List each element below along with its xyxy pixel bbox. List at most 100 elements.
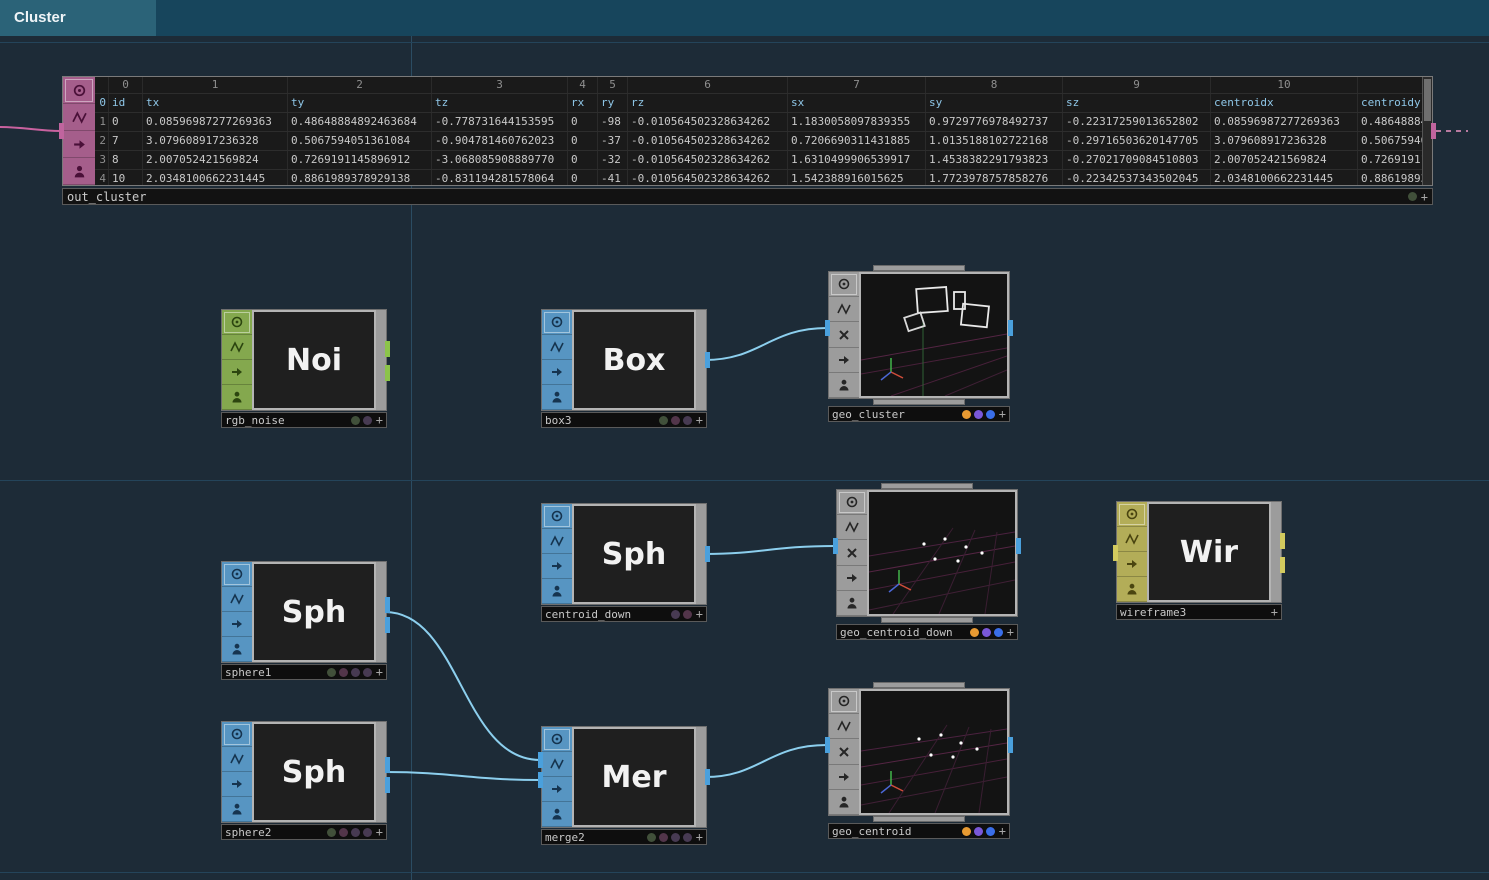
- table-cell[interactable]: 0.7206690311431885: [788, 132, 926, 150]
- viewer-flag-icon[interactable]: [222, 562, 252, 587]
- output-connector[interactable]: [1008, 320, 1013, 336]
- flag-dot[interactable]: [683, 610, 692, 619]
- table-cell[interactable]: -0.22317259013652802: [1063, 113, 1211, 131]
- output-connector[interactable]: [385, 617, 390, 633]
- add-flag-button[interactable]: +: [999, 824, 1006, 838]
- cook-flag-icon[interactable]: [829, 714, 859, 739]
- flag-dot[interactable]: [363, 416, 372, 425]
- table-cell[interactable]: 10: [1211, 77, 1358, 93]
- flag-dot[interactable]: [671, 833, 680, 842]
- table-cell[interactable]: ry: [598, 94, 628, 112]
- cook-flag-icon[interactable]: [63, 104, 95, 131]
- flag-dot[interactable]: [351, 416, 360, 425]
- pickable-flag-dot[interactable]: [994, 628, 1003, 637]
- table-cell[interactable]: -0.831194281578064: [432, 170, 568, 185]
- input-connector[interactable]: [825, 320, 830, 336]
- table-cell[interactable]: tx: [143, 94, 288, 112]
- table-cell[interactable]: 0: [568, 132, 598, 150]
- table-cell[interactable]: 3: [432, 77, 568, 93]
- node-rgb-noise[interactable]: Noi rgb_noise +: [221, 309, 387, 428]
- comment-flag-icon[interactable]: [829, 790, 859, 815]
- table-cell[interactable]: 5: [598, 77, 628, 93]
- table-cell[interactable]: 1.7723978757858276: [926, 170, 1063, 185]
- table-cell[interactable]: 0.5067594051361084: [1358, 132, 1422, 150]
- viewer-flag-icon[interactable]: [837, 490, 867, 515]
- table-cell[interactable]: rz: [628, 94, 788, 112]
- output-connector[interactable]: [705, 769, 710, 785]
- table-cell[interactable]: sx: [788, 94, 926, 112]
- viewport-preview[interactable]: [867, 490, 1017, 616]
- table-cell[interactable]: 0: [568, 113, 598, 131]
- table-cell[interactable]: 10: [109, 170, 143, 185]
- table-cell[interactable]: -0.010564502328634262: [628, 151, 788, 169]
- flag-dot[interactable]: [351, 828, 360, 837]
- table-cell[interactable]: 1.0135188102722168: [926, 132, 1063, 150]
- table-cell[interactable]: 0.7269191145896912: [1358, 151, 1422, 169]
- table-cell[interactable]: tz: [432, 94, 568, 112]
- table-cell[interactable]: 0.7269191145896912: [288, 151, 432, 169]
- flag-dot[interactable]: [327, 828, 336, 837]
- flag-dot[interactable]: [683, 416, 692, 425]
- node-geo-centroid-down[interactable]: geo_centroid_down +: [836, 483, 1018, 640]
- table-cell[interactable]: 1.542388916015625: [788, 170, 926, 185]
- table-cell[interactable]: centroidy: [1358, 94, 1422, 112]
- table-cell[interactable]: 9: [1063, 77, 1211, 93]
- add-flag-button[interactable]: +: [1421, 190, 1428, 204]
- node-name-bar[interactable]: sphere1 +: [221, 664, 387, 680]
- display-flag-dot[interactable]: [974, 410, 983, 419]
- input-connector[interactable]: [833, 538, 838, 554]
- node-name-bar[interactable]: rgb_noise +: [221, 412, 387, 428]
- viewer-flag-icon[interactable]: [542, 504, 572, 529]
- add-flag-button[interactable]: +: [1271, 605, 1278, 619]
- table-cell[interactable]: sz: [1063, 94, 1211, 112]
- node-type-label[interactable]: Sph: [252, 722, 376, 822]
- cook-flag-icon[interactable]: [829, 297, 859, 322]
- input-connector[interactable]: [825, 737, 830, 753]
- display-flag-dot[interactable]: [982, 628, 991, 637]
- flag-dot[interactable]: [659, 416, 668, 425]
- export-flag-icon[interactable]: [829, 348, 859, 373]
- table-cell[interactable]: 0.48648884892463684: [288, 113, 432, 131]
- viewer-flag-icon[interactable]: [829, 689, 859, 714]
- table-cell[interactable]: 0.9729776978492737: [926, 113, 1063, 131]
- add-flag-button[interactable]: +: [696, 607, 703, 621]
- table-cell[interactable]: sy: [926, 94, 1063, 112]
- comment-flag-icon[interactable]: [542, 802, 572, 827]
- add-flag-button[interactable]: +: [376, 825, 383, 839]
- output-connector[interactable]: [1008, 737, 1013, 753]
- node-merge2[interactable]: Mer merge2 +: [541, 726, 707, 845]
- node-name-bar[interactable]: box3 +: [541, 412, 707, 428]
- node-sphere1[interactable]: Sph sphere1 +: [221, 561, 387, 680]
- table-cell[interactable]: 2: [288, 77, 432, 93]
- comment-flag-icon[interactable]: [222, 385, 252, 410]
- table-cell[interactable]: id: [109, 94, 143, 112]
- flag-dot[interactable]: [659, 833, 668, 842]
- table-cell[interactable]: 1.6310499906539917: [788, 151, 926, 169]
- node-type-label[interactable]: Noi: [252, 310, 376, 410]
- table-cell[interactable]: -0.22342537343502045: [1063, 170, 1211, 185]
- node-type-label[interactable]: Sph: [252, 562, 376, 662]
- table-cell[interactable]: -98: [598, 113, 628, 131]
- output-connector[interactable]: [385, 777, 390, 793]
- node-centroid-down[interactable]: Sph centroid_down +: [541, 503, 707, 622]
- flag-dot[interactable]: [683, 833, 692, 842]
- export-flag-icon[interactable]: [222, 612, 252, 637]
- pickable-flag-dot[interactable]: [986, 827, 995, 836]
- table-cell[interactable]: rx: [568, 94, 598, 112]
- table-cell[interactable]: 1.4538382291793823: [926, 151, 1063, 169]
- flag-dot[interactable]: [327, 668, 336, 677]
- add-flag-button[interactable]: +: [376, 665, 383, 679]
- bottom-connector[interactable]: [873, 399, 965, 405]
- cook-flag-icon[interactable]: [542, 529, 572, 554]
- table-cell[interactable]: 2.0348100662231445: [1211, 170, 1358, 185]
- output-connector[interactable]: [385, 341, 390, 357]
- export-flag-icon[interactable]: [63, 131, 95, 158]
- cook-flag-icon[interactable]: [837, 515, 867, 540]
- add-flag-button[interactable]: +: [999, 407, 1006, 421]
- viewer-flag-icon[interactable]: [829, 272, 859, 297]
- table-viewer[interactable]: 0 1 2 3 4 5 6 7 8 9 10 0 id tx: [95, 77, 1422, 185]
- input-connector[interactable]: [1113, 545, 1118, 561]
- table-cell[interactable]: 0: [568, 170, 598, 185]
- output-connector[interactable]: [1016, 538, 1021, 554]
- render-flag-icon[interactable]: [837, 540, 867, 565]
